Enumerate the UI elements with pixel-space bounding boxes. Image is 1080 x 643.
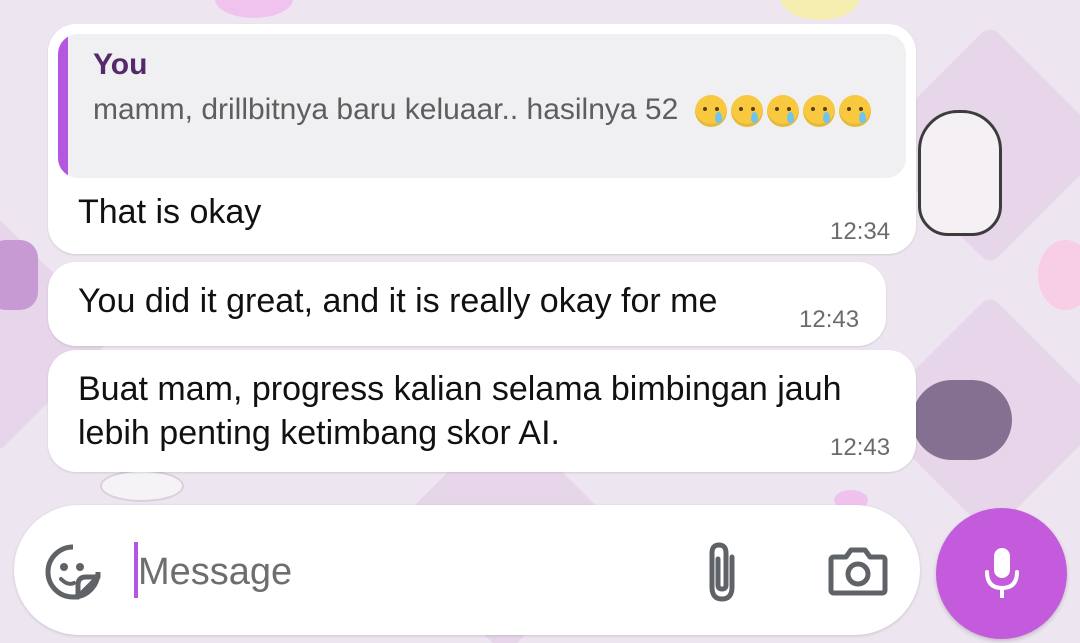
message-bubble[interactable]: Buat mam, progress kalian selama bimbing… — [48, 350, 916, 472]
message-time: 12:34 — [830, 218, 891, 245]
crying-face-emoji-icon — [766, 95, 799, 128]
message-text: You did it great, and it is really okay … — [78, 282, 718, 320]
wallpaper-heart — [215, 0, 293, 18]
voice-record-button[interactable] — [936, 508, 1067, 639]
quote-message-text: mamm, drillbitnya baru keluaar.. hasilny… — [93, 93, 679, 126]
quote-emojis — [694, 93, 875, 128]
quoted-reply[interactable]: You mamm, drillbitnya baru keluaar.. has… — [58, 34, 906, 178]
message-bubble[interactable]: You did it great, and it is really okay … — [48, 262, 886, 346]
crying-face-emoji-icon — [802, 95, 835, 128]
crying-face-emoji-icon — [694, 95, 727, 128]
message-bubble[interactable]: You mamm, drillbitnya baru keluaar.. has… — [48, 24, 916, 254]
message-input[interactable] — [136, 543, 660, 601]
camera-icon[interactable] — [828, 545, 888, 597]
message-text: Buat mam, progress kalian selama bimbing… — [78, 370, 842, 452]
wallpaper-character — [912, 380, 1012, 460]
wallpaper-bow — [1038, 240, 1080, 310]
crying-face-emoji-icon — [838, 95, 871, 128]
message-text: That is okay — [78, 193, 262, 231]
quote-text: mamm, drillbitnya baru keluaar.. hasilny… — [93, 90, 893, 130]
quote-author: You — [93, 48, 148, 81]
message-time: 12:43 — [830, 434, 891, 461]
microphone-icon — [982, 546, 1022, 602]
sticker-icon[interactable] — [44, 543, 102, 601]
paperclip-icon[interactable] — [702, 539, 742, 605]
crying-face-emoji-icon — [730, 95, 763, 128]
quote-accent-bar — [58, 34, 68, 178]
wallpaper-character — [780, 0, 860, 20]
wallpaper-bone — [100, 470, 184, 502]
message-time: 12:43 — [799, 306, 860, 333]
wallpaper-cupcake — [0, 240, 38, 310]
message-composer — [14, 505, 920, 635]
wallpaper-character — [918, 110, 1002, 236]
